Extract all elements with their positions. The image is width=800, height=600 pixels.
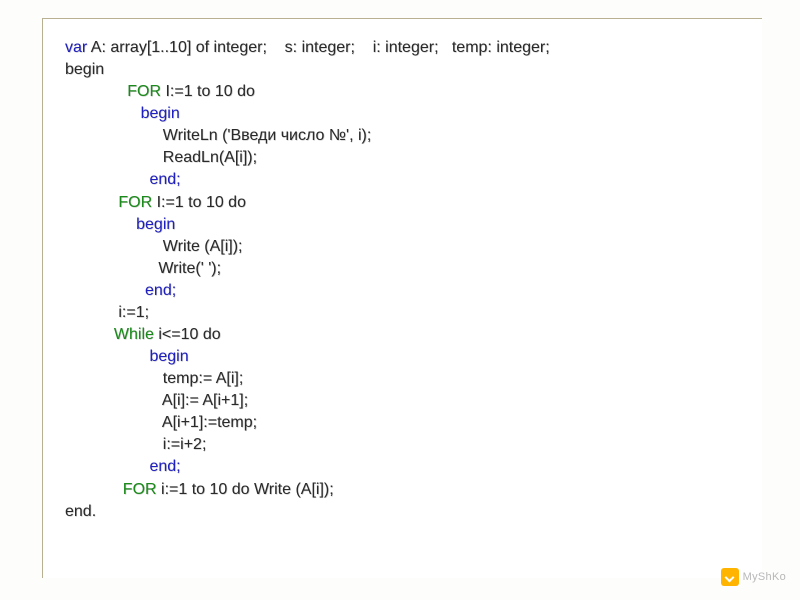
code-line-21: end. — [65, 501, 740, 523]
code-line-7: FOR I:=1 to 10 do — [65, 192, 740, 214]
watermark-logo: МyShKo — [721, 568, 786, 586]
slide-content: var A: array[1..10] of integer; s: integ… — [42, 18, 762, 578]
code-line-8: begin — [65, 214, 740, 236]
code-line-14: begin — [65, 346, 740, 368]
keyword-var: var — [65, 39, 87, 56]
keyword-for: FOR — [65, 83, 161, 100]
code-line-3: begin — [65, 103, 740, 125]
code-text: I:=1 to 10 do — [161, 83, 255, 100]
code-line-6: end; — [65, 169, 740, 191]
code-line-9: Write (A[i]); — [65, 236, 740, 258]
code-line-20: FOR i:=1 to 10 do Write (A[i]); — [65, 479, 740, 501]
code-line-4: WriteLn ('Введи число №', i); — [65, 125, 740, 147]
code-text: i<=10 do — [154, 326, 221, 343]
code-text: A: array[1..10] of integer; s: integer; … — [87, 39, 549, 56]
keyword-while: While — [65, 326, 154, 343]
code-line-16: A[i]:= A[i+1]; — [65, 390, 740, 412]
keyword-for: FOR — [65, 194, 152, 211]
code-line-17: A[i+1]:=temp; — [65, 412, 740, 434]
code-line-12: i:=1; — [65, 302, 740, 324]
code-line-2: FOR I:=1 to 10 do — [65, 81, 740, 103]
code-text: i:=1 to 10 do Write (A[i]); — [157, 481, 334, 498]
code-line-11: end; — [65, 280, 740, 302]
code-line-1: begin — [65, 59, 740, 81]
code-line-5: ReadLn(A[i]); — [65, 147, 740, 169]
code-text: I:=1 to 10 do — [152, 194, 246, 211]
code-line-13: While i<=10 do — [65, 324, 740, 346]
code-line-18: i:=i+2; — [65, 434, 740, 456]
code-line-10: Write(' '); — [65, 258, 740, 280]
keyword-for: FOR — [65, 481, 157, 498]
code-line-0: var A: array[1..10] of integer; s: integ… — [65, 37, 740, 59]
code-line-15: temp:= A[i]; — [65, 368, 740, 390]
code-line-19: end; — [65, 456, 740, 478]
watermark-text: МyShKo — [743, 571, 786, 583]
play-icon — [721, 568, 739, 586]
